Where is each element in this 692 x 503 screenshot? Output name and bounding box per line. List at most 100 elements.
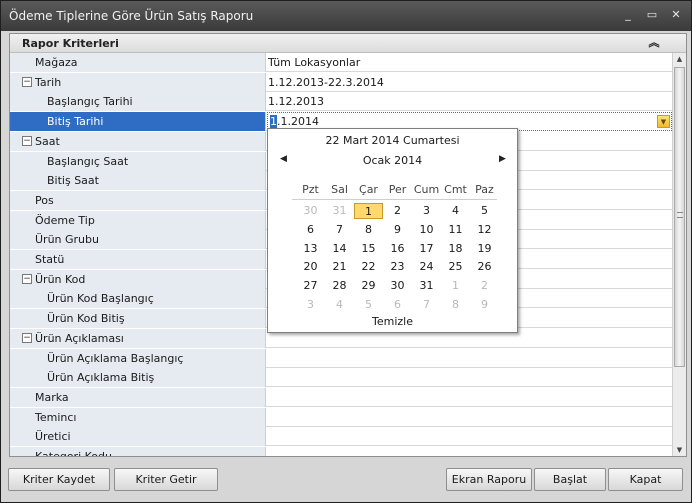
- minimize-button[interactable]: _: [619, 8, 637, 22]
- calendar-day[interactable]: 2: [470, 278, 499, 294]
- calendar-day[interactable]: 9: [470, 297, 499, 313]
- calendar-day[interactable]: 14: [325, 241, 354, 257]
- expand-collapse-icon[interactable]: −: [22, 77, 32, 87]
- maximize-button[interactable]: ▭: [643, 8, 661, 22]
- calendar-day[interactable]: 3: [412, 203, 441, 219]
- calendar-day[interactable]: 29: [354, 278, 383, 294]
- next-month-icon[interactable]: ▶: [499, 154, 506, 164]
- calendar-day[interactable]: 7: [325, 222, 354, 238]
- expand-collapse-icon[interactable]: −: [22, 274, 32, 284]
- calendar-day[interactable]: 20: [296, 259, 325, 275]
- property-name-cell[interactable]: Üretici: [10, 427, 266, 446]
- calendar-day[interactable]: 16: [383, 241, 412, 257]
- property-row[interactable]: Kategori Kodu: [10, 447, 672, 456]
- clear-button[interactable]: Temizle: [268, 315, 517, 328]
- calendar-day[interactable]: 11: [441, 222, 470, 238]
- today-label[interactable]: 22 Mart 2014 Cumartesi: [268, 134, 517, 147]
- calendar-day[interactable]: 9: [383, 222, 412, 238]
- property-name-cell[interactable]: Bitiş Tarihi: [10, 112, 266, 131]
- close-button[interactable]: Kapat: [608, 468, 683, 491]
- calendar-day[interactable]: 6: [383, 297, 412, 313]
- calendar-day[interactable]: 17: [412, 241, 441, 257]
- property-name-cell[interactable]: Başlangıç Tarihi: [10, 92, 266, 111]
- vertical-scrollbar[interactable]: ▲ ▼: [672, 53, 686, 456]
- property-name-cell[interactable]: Ödeme Tip: [10, 211, 266, 230]
- screen-report-button[interactable]: Ekran Raporu: [446, 468, 532, 491]
- property-name-cell[interactable]: − Ürün Açıklaması: [10, 329, 266, 348]
- calendar-day[interactable]: 4: [441, 203, 470, 219]
- calendar-day[interactable]: 15: [354, 241, 383, 257]
- property-value[interactable]: 1.12.2013-22.3.2014: [268, 76, 384, 89]
- calendar-day[interactable]: 23: [383, 259, 412, 275]
- category-header[interactable]: Rapor Kriterleri ︽: [10, 34, 686, 53]
- calendar-day[interactable]: 5: [354, 297, 383, 313]
- expand-collapse-icon[interactable]: −: [22, 333, 32, 343]
- start-button[interactable]: Başlat: [534, 468, 606, 491]
- save-criteria-button[interactable]: Kriter Kaydet: [8, 468, 110, 491]
- scroll-up-icon[interactable]: ▲: [673, 53, 686, 65]
- calendar-day[interactable]: 5: [470, 203, 499, 219]
- property-row[interactable]: Başlangıç Tarihi 1.12.2013: [10, 92, 672, 111]
- calendar-day[interactable]: 7: [412, 297, 441, 313]
- calendar-day[interactable]: 3: [296, 297, 325, 313]
- calendar-day[interactable]: 26: [470, 259, 499, 275]
- property-row[interactable]: Marka: [10, 388, 672, 407]
- property-name-cell[interactable]: Marka: [10, 388, 266, 407]
- calendar-day[interactable]: 4: [325, 297, 354, 313]
- property-name-cell[interactable]: − Tarih: [10, 73, 266, 92]
- property-name-cell[interactable]: Ürün Açıklama Bitiş: [10, 368, 266, 387]
- calendar-day[interactable]: 8: [354, 222, 383, 238]
- property-name-cell[interactable]: Ürün Grubu: [10, 230, 266, 249]
- property-name-cell[interactable]: Mağaza: [10, 53, 266, 72]
- calendar-day[interactable]: 21: [325, 259, 354, 275]
- property-row[interactable]: Mağaza Tüm Lokasyonlar: [10, 53, 672, 72]
- calendar-day[interactable]: 30: [296, 203, 325, 219]
- calendar-day[interactable]: 24: [412, 259, 441, 275]
- calendar-day[interactable]: 8: [441, 297, 470, 313]
- calendar-day[interactable]: 22: [354, 259, 383, 275]
- property-name-cell[interactable]: Statü: [10, 250, 266, 269]
- property-row[interactable]: Üretici: [10, 427, 672, 446]
- month-label[interactable]: Ocak 2014: [268, 154, 517, 167]
- calendar-day[interactable]: 28: [325, 278, 354, 294]
- scroll-down-icon[interactable]: ▼: [673, 444, 686, 456]
- calendar-day[interactable]: 13: [296, 241, 325, 257]
- property-value[interactable]: 1.12.2013: [268, 95, 324, 108]
- calendar-day[interactable]: 6: [296, 222, 325, 238]
- calendar-day[interactable]: 1: [441, 278, 470, 294]
- expand-collapse-icon[interactable]: −: [22, 136, 32, 146]
- property-name-cell[interactable]: Başlangıç Saat: [10, 152, 266, 171]
- property-name-cell[interactable]: − Saat: [10, 132, 266, 151]
- property-row[interactable]: Temincı: [10, 408, 672, 427]
- calendar-day[interactable]: 19: [470, 241, 499, 257]
- property-name-cell[interactable]: Temincı: [10, 408, 266, 427]
- calendar-day-selected[interactable]: 1: [354, 203, 383, 219]
- property-name-cell[interactable]: − Ürün Kod: [10, 270, 266, 289]
- property-name-cell[interactable]: Bitiş Saat: [10, 171, 266, 190]
- property-row[interactable]: Ürün Açıklama Bitiş: [10, 368, 672, 387]
- calendar-day[interactable]: 27: [296, 278, 325, 294]
- calendar-day[interactable]: 12: [470, 222, 499, 238]
- property-row[interactable]: − Tarih 1.12.2013-22.3.2014: [10, 73, 672, 92]
- calendar-day[interactable]: 31: [412, 278, 441, 294]
- calendar-day[interactable]: 25: [441, 259, 470, 275]
- property-row[interactable]: Ürün Açıklama Başlangıç: [10, 349, 672, 368]
- property-name-cell[interactable]: Pos: [10, 191, 266, 210]
- weekday-header: Paz: [475, 183, 494, 196]
- property-value[interactable]: Tüm Lokasyonlar: [268, 56, 360, 69]
- property-name-cell[interactable]: Ürün Kod Başlangıç: [10, 289, 266, 308]
- close-window-button[interactable]: ✕: [667, 8, 685, 22]
- weekday-header: Cmt: [444, 183, 467, 196]
- property-name-cell[interactable]: Kategori Kodu: [10, 447, 266, 456]
- calendar-day[interactable]: 18: [441, 241, 470, 257]
- calendar-day[interactable]: 10: [412, 222, 441, 238]
- calendar-day[interactable]: 31: [325, 203, 354, 219]
- calendar-day[interactable]: 2: [383, 203, 412, 219]
- collapse-icon[interactable]: ︽: [646, 35, 662, 51]
- calendar-day[interactable]: 30: [383, 278, 412, 294]
- dropdown-arrow-icon[interactable]: ▼: [657, 115, 670, 128]
- property-name-cell[interactable]: Ürün Açıklama Başlangıç: [10, 349, 266, 368]
- scroll-thumb[interactable]: [674, 67, 685, 367]
- property-name-cell[interactable]: Ürün Kod Bitiş: [10, 309, 266, 328]
- load-criteria-button[interactable]: Kriter Getir: [114, 468, 218, 491]
